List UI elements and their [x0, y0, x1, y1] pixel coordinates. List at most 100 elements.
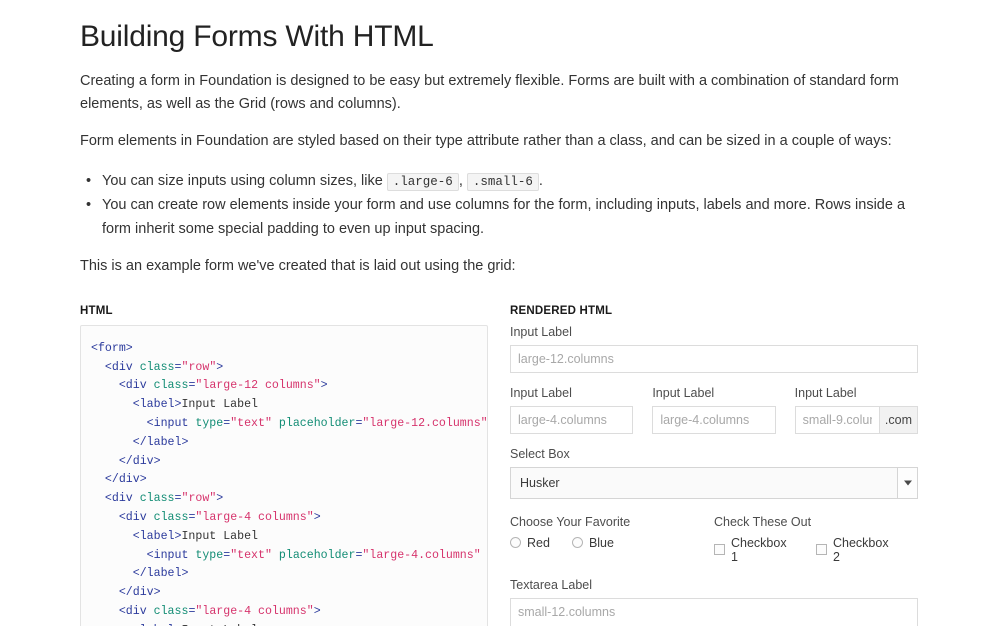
- radio-option-label: Red: [527, 536, 550, 550]
- code-block: <form> <div class="row"> <div class="lar…: [80, 325, 488, 626]
- code-token: >: [314, 511, 321, 524]
- field-large-4-first: Input Label: [510, 386, 633, 434]
- checkbox-option-1[interactable]: Checkbox 1: [714, 536, 794, 564]
- textarea-label: Textarea Label: [510, 578, 918, 593]
- code-token: </div>: [119, 455, 161, 468]
- checkbox-icon[interactable]: [816, 544, 827, 555]
- code-token: class: [140, 361, 175, 374]
- field-select-box: Select Box Husker: [510, 447, 918, 499]
- code-token: [91, 436, 133, 449]
- code-token: class: [140, 492, 175, 505]
- field-textarea: Textarea Label: [510, 578, 918, 626]
- list-item: You can create row elements inside your …: [100, 194, 920, 241]
- html-panel-label: HTML: [80, 305, 488, 317]
- textarea-holder: [510, 598, 918, 626]
- field-large-4-second: Input Label: [652, 386, 775, 434]
- textarea-small-12[interactable]: [510, 598, 918, 626]
- input-small-9[interactable]: [795, 406, 879, 434]
- list-item: You can size inputs using column sizes, …: [100, 170, 920, 193]
- radio-group-title: Choose Your Favorite: [510, 515, 714, 529]
- bullet-text-before: You can size inputs using column sizes, …: [102, 173, 387, 189]
- code-token: placeholder: [279, 417, 356, 430]
- intro-paragraph: Creating a form in Foundation is designe…: [80, 70, 902, 117]
- rendered-html-panel: RENDERED HTML Input Label Input Label In…: [510, 305, 918, 626]
- input-label-large-4-first: Input Label: [510, 386, 633, 401]
- code-token: [91, 530, 133, 543]
- code-token: [481, 549, 488, 562]
- code-token: [91, 473, 105, 486]
- code-token: >: [314, 605, 321, 618]
- field-large-12: Input Label: [510, 325, 918, 373]
- code-token: <div: [105, 361, 140, 374]
- code-token: >: [216, 492, 223, 505]
- code-token: <div: [119, 605, 154, 618]
- code-token: [272, 549, 279, 562]
- checkbox-option-label: Checkbox 1: [731, 536, 794, 564]
- page-container: Building Forms With HTML Creating a form…: [0, 0, 1000, 626]
- html-panel: HTML <form> <div class="row"> <div class…: [80, 305, 488, 626]
- code-source: <form> <div class="row"> <div class="lar…: [91, 340, 477, 626]
- input-large-4-second[interactable]: [652, 406, 775, 434]
- code-token: >: [321, 379, 328, 392]
- code-token: "large-4 columns": [195, 605, 313, 618]
- second-paragraph: Form elements in Foundation are styled b…: [80, 130, 902, 153]
- code-token: <form>: [91, 342, 133, 355]
- page-title: Building Forms With HTML: [80, 0, 920, 56]
- radio-option-label: Blue: [589, 536, 614, 550]
- select-box-value: Husker: [511, 468, 897, 498]
- code-token: </div>: [105, 473, 147, 486]
- code-token: <label>: [133, 530, 182, 543]
- code-token: [91, 605, 119, 618]
- code-token: "row": [181, 361, 216, 374]
- code-token: "large-4 columns": [195, 511, 313, 524]
- checkbox-option-2[interactable]: Checkbox 2: [816, 536, 896, 564]
- checkbox-icon[interactable]: [714, 544, 725, 555]
- code-token: </label>: [133, 436, 189, 449]
- checkbox-group: Check These Out Checkbox 1 Checkbox 2: [714, 515, 918, 564]
- code-token: "text": [230, 549, 272, 562]
- code-token: <input: [147, 549, 196, 562]
- field-small-9-with-postfix: Input Label .com: [795, 386, 918, 434]
- radio-icon[interactable]: [510, 537, 521, 548]
- code-token: class: [154, 605, 189, 618]
- rendered-panel-label: RENDERED HTML: [510, 305, 918, 317]
- code-token: Input Label: [181, 398, 258, 411]
- select-box-label: Select Box: [510, 447, 918, 462]
- radio-group: Choose Your Favorite Red Blue: [510, 515, 714, 564]
- code-token: >: [216, 361, 223, 374]
- radio-options-row: Red Blue: [510, 536, 714, 550]
- code-token: placeholder: [279, 549, 356, 562]
- radio-option-blue[interactable]: Blue: [572, 536, 614, 550]
- checkbox-group-title: Check These Out: [714, 515, 918, 529]
- radio-option-red[interactable]: Red: [510, 536, 550, 550]
- code-token: [91, 549, 147, 562]
- code-token: class: [154, 511, 189, 524]
- code-token: <div: [105, 492, 140, 505]
- panels-row: HTML <form> <div class="row"> <div class…: [80, 305, 920, 626]
- code-token: [91, 492, 105, 505]
- code-chip-large-6: .large-6: [387, 173, 459, 191]
- choice-groups-row: Choose Your Favorite Red Blue Check Thes: [510, 515, 918, 564]
- input-large-4-first[interactable]: [510, 406, 633, 434]
- code-token: [91, 417, 147, 430]
- three-column-field-row: Input Label Input Label Input Label .com: [510, 386, 918, 434]
- input-group-domain: .com: [795, 406, 918, 434]
- code-token: [91, 567, 133, 580]
- code-token: [91, 379, 119, 392]
- code-token: [91, 398, 133, 411]
- select-box[interactable]: Husker: [510, 467, 918, 499]
- code-token: [91, 361, 105, 374]
- code-token: [91, 455, 119, 468]
- input-label-large-12: Input Label: [510, 325, 918, 340]
- code-token: <div: [119, 511, 154, 524]
- code-token: Input Label: [181, 530, 258, 543]
- checkbox-option-label: Checkbox 2: [833, 536, 896, 564]
- input-postfix-com: .com: [879, 406, 918, 434]
- code-token: type: [195, 417, 223, 430]
- chevron-down-icon[interactable]: [897, 468, 917, 498]
- code-token: <label>: [133, 398, 182, 411]
- code-token: <div: [119, 379, 154, 392]
- radio-icon[interactable]: [572, 537, 583, 548]
- checkbox-options-row: Checkbox 1 Checkbox 2: [714, 536, 918, 564]
- input-large-12[interactable]: [510, 345, 918, 373]
